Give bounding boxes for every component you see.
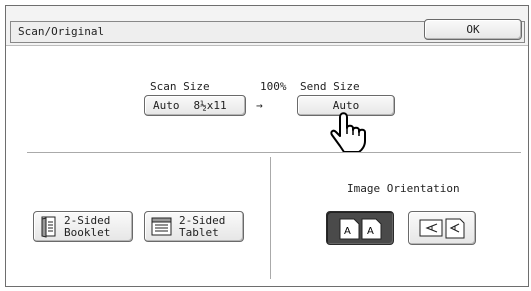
- send-size-label: Send Size: [300, 80, 360, 93]
- booklet-label-line1: 2-Sided: [64, 213, 111, 227]
- ok-button-label: OK: [466, 23, 480, 36]
- divider-vertical: [270, 157, 271, 279]
- booklet-icon: [41, 216, 56, 238]
- divider-horizontal: [27, 152, 521, 153]
- pointing-hand-icon: [330, 112, 366, 153]
- image-orientation-label: Image Orientation: [347, 182, 460, 195]
- orientation-upright-button[interactable]: A A: [326, 211, 394, 245]
- tablet-label-line1: 2-Sided: [179, 213, 226, 227]
- ok-button[interactable]: OK: [424, 19, 522, 40]
- orientation-rotated-button[interactable]: [408, 211, 476, 245]
- two-sided-booklet-button[interactable]: 2-Sided Booklet: [33, 211, 133, 242]
- rotated-orientation-icon: [419, 218, 465, 239]
- upright-orientation-icon: A A: [339, 218, 382, 240]
- svg-text:A: A: [344, 226, 351, 237]
- ratio-label: 100%: [260, 80, 287, 93]
- scan-size-value: Auto: [153, 99, 180, 112]
- scan-size-button[interactable]: Auto 8½x11: [144, 95, 246, 116]
- page-title: Scan/Original: [18, 25, 105, 38]
- booklet-label-line2: Booklet: [64, 225, 111, 239]
- scan-size-label: Scan Size: [150, 80, 210, 93]
- scan-size-paper: 8½x11: [193, 99, 227, 112]
- two-sided-tablet-button[interactable]: 2-Sided Tablet: [144, 211, 244, 242]
- svg-text:A: A: [367, 226, 374, 237]
- arrow-right-icon: →: [256, 99, 263, 112]
- tablet-icon: [151, 217, 172, 235]
- tablet-label-line2: Tablet: [179, 225, 219, 239]
